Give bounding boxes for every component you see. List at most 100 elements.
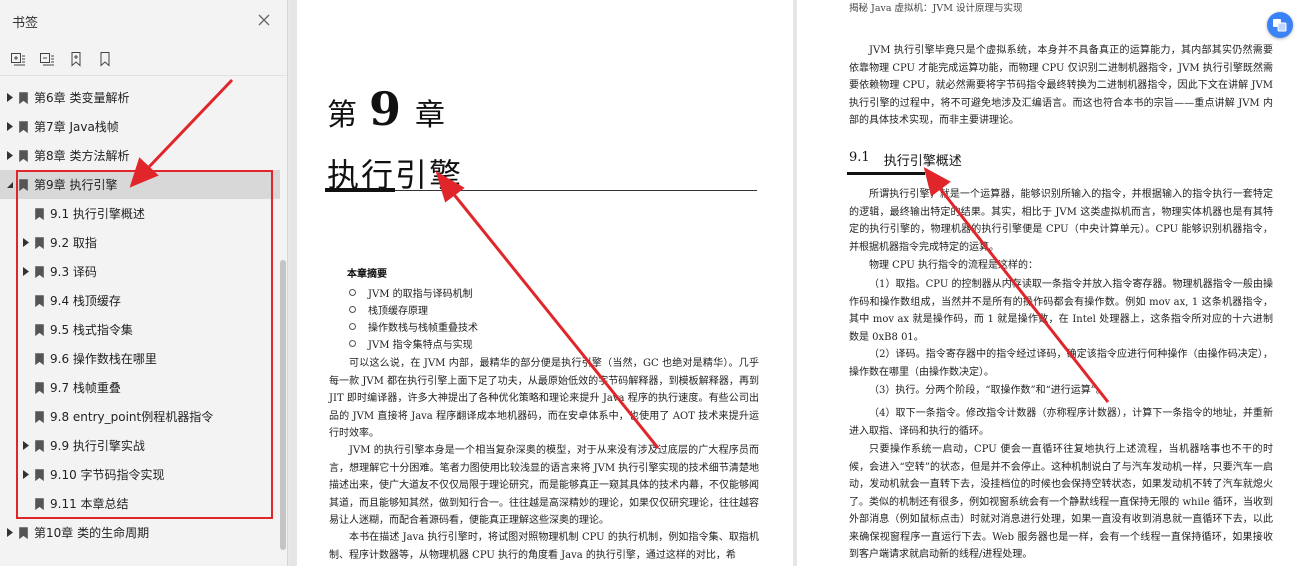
- bookmark-label: 第9章 执行引擎: [34, 178, 118, 192]
- bookmark-icon: [35, 323, 44, 336]
- bookmark-label: 9.9 执行引擎实战: [50, 439, 145, 453]
- caret-spacer: [22, 383, 30, 393]
- bookmark-label: 第10章 类的生命周期: [34, 526, 150, 540]
- section-rule: [847, 172, 925, 175]
- chapter-rule-accent: [325, 188, 395, 192]
- running-header: 揭秘 Java 虚拟机：JVM 设计原理与实现: [849, 3, 1023, 14]
- body-paragraph: 可以这么说，在 JVM 内部，最精华的部分便是执行引擎（当然，GC 也绝对是精华…: [329, 358, 759, 439]
- sidebar-toolbar: [0, 42, 287, 76]
- bookmark-label: 9.4 栈顶缓存: [50, 294, 121, 308]
- bookmark-section-item[interactable]: 9.10 字节码指令实现: [0, 460, 280, 489]
- body-paragraph: （4）取下一条指令。修改指令计数器（亦称程序计数器），计算下一条指令的地址，并重…: [849, 408, 1273, 437]
- translate-icon: [1273, 19, 1287, 32]
- circle-bullet-icon: [349, 306, 356, 313]
- circle-bullet-icon: [349, 340, 356, 347]
- bookmark-label: 9.3 译码: [50, 265, 97, 279]
- bookmark-icon: [19, 149, 28, 162]
- sidebar-title: 书签: [12, 15, 39, 31]
- expand-all-icon[interactable]: [10, 51, 26, 67]
- bookmark-section-item[interactable]: 9.11 本章总结: [0, 489, 280, 518]
- caret-spacer: [22, 412, 30, 422]
- chapter-prefix: 第: [327, 98, 357, 133]
- caret-right-icon[interactable]: [6, 93, 14, 103]
- bookmark-label: 第6章 类变量解析: [34, 91, 130, 105]
- bookmark-label: 9.5 栈式指令集: [50, 323, 133, 337]
- bookmark-section-item[interactable]: 9.7 栈帧重叠: [0, 373, 280, 402]
- sidebar-header: 书签: [0, 0, 287, 42]
- bookmark-label: 9.10 字节码指令实现: [50, 468, 165, 482]
- bookmark-icon: [35, 497, 44, 510]
- bookmark-chapter-item[interactable]: 第10章 类的生命周期: [0, 518, 280, 547]
- summary-title: 本章摘要: [347, 269, 387, 280]
- bookmark-icon: [35, 352, 44, 365]
- chapter-number: 9: [369, 82, 402, 136]
- bookmark-section-item[interactable]: 9.5 栈式指令集: [0, 315, 280, 344]
- bookmark-icon[interactable]: [97, 51, 113, 67]
- bookmark-tree: 第6章 类变量解析 第7章 Java栈帧 第8章 类方法解析 第9章 执行引擎 9.1 …: [0, 83, 280, 547]
- caret-right-icon[interactable]: [6, 122, 14, 132]
- bookmark-icon: [35, 410, 44, 423]
- bookmark-section-item[interactable]: 9.4 栈顶缓存: [0, 286, 280, 315]
- bookmark-chapter-item[interactable]: 第6章 类变量解析: [0, 83, 280, 112]
- page-right: 揭秘 Java 虚拟机：JVM 设计原理与实现 JVM 执行引擎毕竟只是个虚拟系…: [797, 0, 1295, 566]
- body-paragraph: 本书在描述 Java 执行引擎时，将试图对照物理机制 CPU 的执行机制，例如指…: [329, 532, 759, 561]
- bookmark-chapter-item[interactable]: 第9章 执行引擎: [0, 170, 280, 199]
- caret-spacer: [22, 499, 30, 509]
- bookmark-icon: [35, 468, 44, 481]
- bookmark-chapter-item[interactable]: 第8章 类方法解析: [0, 141, 280, 170]
- caret-right-icon[interactable]: [6, 151, 14, 161]
- bookmark-chapter-item[interactable]: 第7章 Java栈帧: [0, 112, 280, 141]
- summary-item: 栈顶缓存原理: [349, 301, 478, 318]
- circle-bullet-icon: [349, 289, 356, 296]
- bookmark-label: 9.7 栈帧重叠: [50, 381, 121, 395]
- bookmark-icon: [35, 294, 44, 307]
- bookmark-icon: [19, 178, 28, 191]
- bookmark-label: 9.8 entry_point例程机器指令: [50, 410, 214, 424]
- bookmark-icon: [35, 236, 44, 249]
- section-heading: 9.1 执行引擎概述: [849, 150, 962, 169]
- section-number: 9.1: [849, 150, 870, 165]
- bookmark-section-item[interactable]: 9.6 操作数栈在哪里: [0, 344, 280, 373]
- caret-right-icon[interactable]: [22, 470, 30, 480]
- bookmark-icon: [35, 439, 44, 452]
- bookmark-label: 9.2 取指: [50, 236, 97, 250]
- bookmark-label: 第7章 Java栈帧: [34, 120, 119, 134]
- body-paragraph: JVM 的执行引擎本身是一个相当复杂深奥的模型，对于从来没有涉及过底层的广大程序…: [329, 445, 759, 526]
- sidebar-scrollbar[interactable]: [280, 260, 286, 550]
- body-paragraph: 只要操作系统一启动，CPU 便会一直循环往复地执行上述流程，当机器啥事也不干的时…: [849, 444, 1273, 560]
- bookmark-icon: [19, 120, 28, 133]
- body-paragraph: （2）译码。指令寄存器中的指令经过译码，确定该指令应进行何种操作（由操作码决定）…: [849, 349, 1273, 378]
- collapse-all-icon[interactable]: [39, 51, 55, 67]
- caret-down-icon[interactable]: [6, 180, 14, 190]
- bookmark-section-item[interactable]: 9.3 译码: [0, 257, 280, 286]
- translate-button[interactable]: [1267, 12, 1293, 38]
- section-title: 执行引擎概述: [883, 154, 962, 169]
- summary-item: 操作数栈与栈帧重叠技术: [349, 318, 478, 335]
- caret-right-icon[interactable]: [6, 528, 14, 538]
- caret-right-icon[interactable]: [22, 441, 30, 451]
- bookmark-section-item[interactable]: 9.8 entry_point例程机器指令: [0, 402, 280, 431]
- bookmark-section-item[interactable]: 9.1 执行引擎概述: [0, 199, 280, 228]
- bookmark-label: 第8章 类方法解析: [34, 149, 130, 163]
- bookmark-icon: [35, 265, 44, 278]
- bookmark-label: 9.11 本章总结: [50, 497, 129, 511]
- caret-right-icon[interactable]: [22, 238, 30, 248]
- bookmark-icon: [35, 381, 44, 394]
- add-bookmark-icon[interactable]: [68, 51, 84, 67]
- close-icon[interactable]: [257, 13, 271, 27]
- caret-right-icon[interactable]: [22, 267, 30, 277]
- body-paragraph: （1）取指。CPU 的控制器从内存读取一条指令并放入指令寄存器。物理机器指令一般…: [849, 279, 1273, 343]
- document-viewer[interactable]: 第 9 章 执行引擎 本章摘要 JVM 的取指与译码机制 栈顶缓存原理 操作数栈…: [289, 0, 1295, 566]
- body-paragraph: JVM 执行引擎毕竟只是个虚拟系统，本身并不具备真正的运算能力，其内部其实仍然需…: [849, 45, 1273, 126]
- bookmark-sidebar: 书签 第6章 类变量解析 第7章 Java栈帧 第8章 类方法解析 第9章 执行引擎 9…: [0, 0, 288, 566]
- summary-list: JVM 的取指与译码机制 栈顶缓存原理 操作数栈与栈帧重叠技术 JVM 指令集特…: [349, 284, 478, 352]
- chapter-suffix: 章: [415, 98, 446, 133]
- bookmark-label: 9.6 操作数栈在哪里: [50, 352, 157, 366]
- body-paragraph: （3）执行。分两个阶段，“取操作数”和“进行运算”。: [869, 385, 1106, 396]
- summary-item: JVM 指令集特点与实现: [349, 335, 478, 352]
- bookmark-section-item[interactable]: 9.9 执行引擎实战: [0, 431, 280, 460]
- bookmark-section-item[interactable]: 9.2 取指: [0, 228, 280, 257]
- bookmark-icon: [19, 526, 28, 539]
- chapter-heading: 第 9 章: [327, 82, 445, 136]
- page-left: 第 9 章 执行引擎 本章摘要 JVM 的取指与译码机制 栈顶缓存原理 操作数栈…: [297, 0, 793, 566]
